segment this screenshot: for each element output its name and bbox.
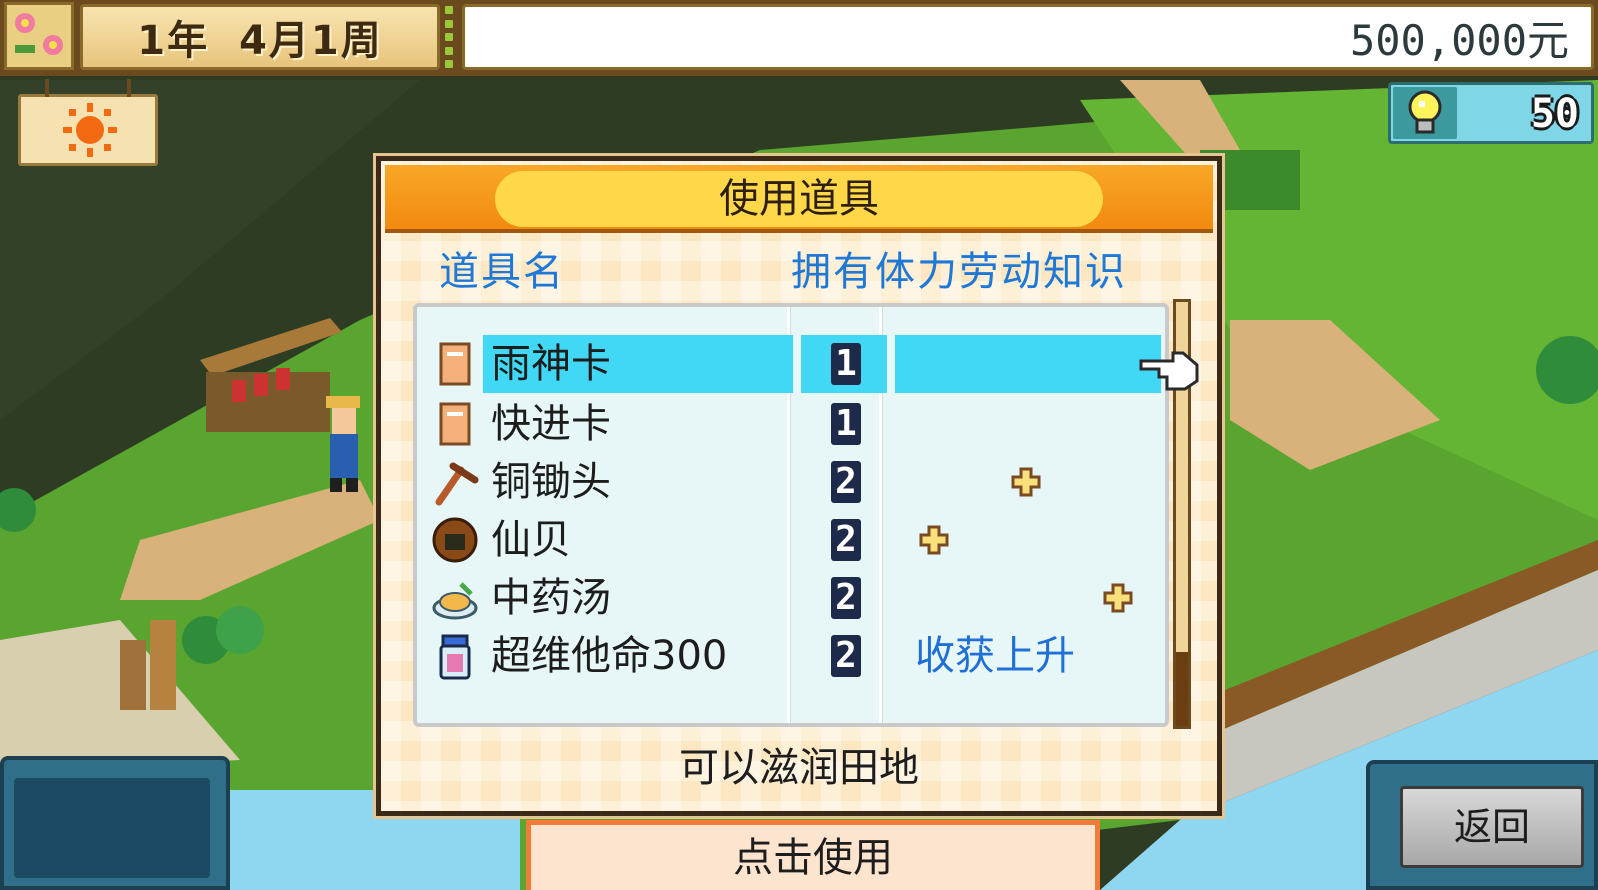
date-indicator-dots	[442, 6, 456, 68]
year-label: 1年	[137, 18, 210, 64]
rice-cracker-icon	[432, 517, 478, 563]
idea-points-count: 50	[1530, 91, 1579, 137]
column-header-item-name: 道具名	[439, 249, 565, 295]
back-panel: 返回	[1366, 760, 1598, 890]
sun-icon	[63, 103, 117, 157]
month-week-label: 4月1周	[239, 18, 383, 64]
item-row-herbal-soup[interactable]: 中药汤 2	[425, 569, 1161, 627]
dialog-header: 使用道具	[385, 165, 1213, 233]
item-name: 中药汤	[491, 575, 611, 621]
use-item-dialog: 使用道具 道具名 拥有体力劳动知识 雨神卡 1 快进卡 1 铜锄头 2 仙贝 2…	[376, 156, 1222, 816]
weather-sign	[18, 79, 158, 166]
item-name: 仙贝	[491, 517, 571, 563]
item-owned-count: 2	[831, 519, 861, 561]
item-description: 可以滋润田地	[679, 745, 919, 791]
item-owned-count: 1	[831, 343, 861, 385]
item-name: 快进卡	[491, 401, 611, 447]
card-icon	[439, 402, 471, 446]
knowledge-plus-icon	[1103, 583, 1133, 613]
scrollbar-thumb[interactable]	[1176, 652, 1188, 726]
back-button[interactable]: 返回	[1400, 786, 1584, 868]
item-row-fast-forward-card[interactable]: 快进卡 1	[425, 395, 1161, 453]
item-name: 雨神卡	[491, 341, 611, 387]
lightbulb-icon	[1393, 87, 1457, 139]
item-name: 铜锄头	[491, 459, 611, 505]
item-owned-count: 2	[831, 577, 861, 619]
item-row-rice-cracker[interactable]: 仙贝 2	[425, 511, 1161, 569]
item-row-rain-god-card[interactable]: 雨神卡 1	[425, 335, 1161, 393]
money-display: 500,000元	[462, 4, 1594, 70]
item-name: 超维他命300	[491, 633, 728, 679]
pointing-hand-cursor-icon	[1139, 351, 1199, 391]
flower-icon	[4, 2, 74, 70]
column-header-stats: 拥有体力劳动知识	[791, 249, 1127, 295]
use-item-button[interactable]: 点击使用	[526, 820, 1100, 890]
item-list[interactable]: 雨神卡 1 快进卡 1 铜锄头 2 仙贝 2 中药汤 2 超维他命300 2 收…	[413, 303, 1169, 727]
top-bar: 1年 4月1周 500,000元	[0, 0, 1598, 76]
herbal-soup-icon	[432, 582, 478, 620]
item-row-copper-hoe[interactable]: 铜锄头 2	[425, 453, 1161, 511]
item-owned-count: 2	[831, 461, 861, 503]
stamina-plus-icon	[919, 525, 949, 555]
item-owned-count: 1	[831, 403, 861, 445]
labor-plus-icon	[1011, 467, 1041, 497]
dialog-title: 使用道具	[719, 176, 879, 222]
vitamin-bottle-icon	[439, 634, 471, 680]
money-amount: 500,000元	[1349, 15, 1569, 65]
card-icon	[439, 342, 471, 386]
item-effect-text: 收获上升	[915, 633, 1075, 679]
item-owned-count: 2	[831, 635, 861, 677]
idea-points-badge: 50	[1388, 82, 1594, 144]
date-display: 1年 4月1周	[80, 4, 440, 70]
hoe-icon	[435, 462, 479, 506]
item-row-super-vitamin-300[interactable]: 超维他命300 2 收获上升	[425, 627, 1161, 685]
left-side-panel	[0, 756, 230, 890]
